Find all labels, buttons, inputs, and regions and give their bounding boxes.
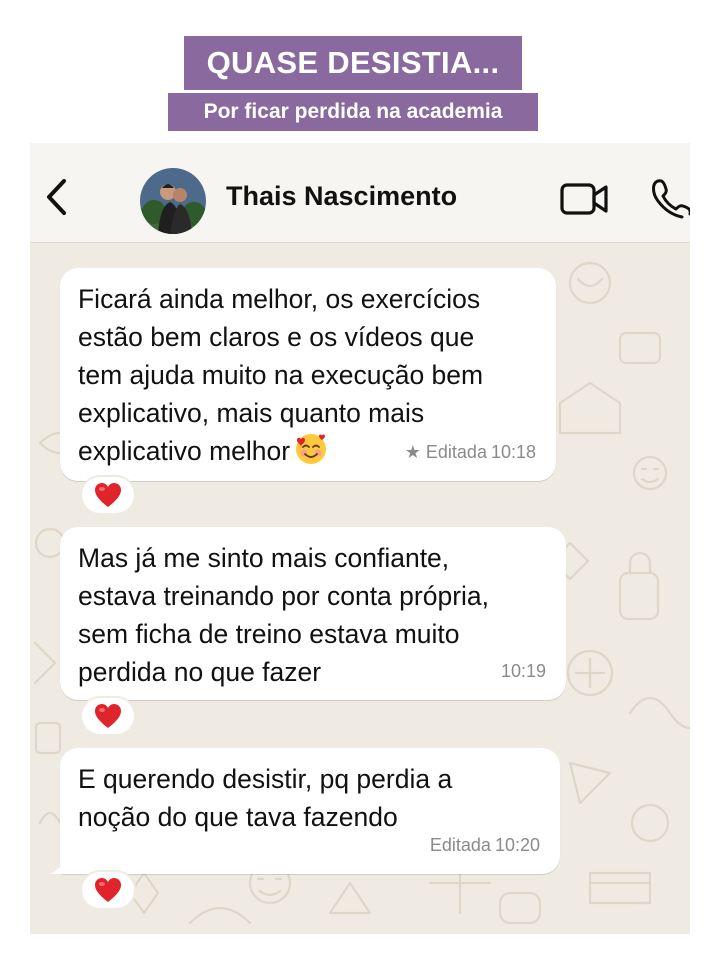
video-camera-icon [560, 183, 608, 215]
message-meta: 10:19 [501, 652, 546, 690]
phone-icon [652, 179, 690, 219]
reaction-badge[interactable] [80, 870, 136, 910]
reaction-badge[interactable] [80, 696, 136, 736]
message-bubble[interactable]: E querendo desistir, pq perdia a noção d… [60, 748, 560, 874]
video-call-button[interactable] [560, 181, 610, 217]
chat-header: Thais Nascimento [30, 143, 690, 243]
red-heart-icon [95, 704, 121, 728]
edited-label: ★ Editada [404, 442, 487, 462]
message-line: tem ajuda muito na execução bem [78, 360, 484, 390]
message-meta: ★ Editada 10:18 [405, 433, 536, 471]
message-time: 10:20 [494, 835, 540, 855]
headline-banner: QUASE DESISTIA... [184, 36, 522, 90]
message-time: 10:18 [490, 442, 536, 462]
smiling-face-with-hearts-icon [296, 434, 327, 464]
page: QUASE DESISTIA... Por ficar perdida na a… [0, 0, 720, 960]
message-line: sem ficha de treino estava muito [78, 619, 460, 649]
contact-name[interactable]: Thais Nascimento [226, 181, 457, 212]
message-time: 10:19 [500, 661, 546, 681]
message-line: Mas já me sinto mais confiante, [78, 543, 450, 573]
message-meta: Editada 10:20 [430, 826, 540, 864]
message-line: explicativo, mais quanto mais [78, 398, 425, 428]
message-bubble[interactable]: Ficará ainda melhor, os exercícios estão… [60, 268, 556, 481]
edited-label: Editada [429, 835, 491, 855]
message-line: E querendo desistir, pq perdia a [78, 764, 453, 794]
message-line: estava treinando por conta própria, [78, 581, 490, 611]
message-line: perdida no que fazer [78, 657, 322, 687]
chat-window: Thais Nascimento Ficará ainda melhor, os… [30, 143, 690, 934]
message-line: Ficará ainda melhor, os exercícios [78, 284, 481, 314]
bubble-tail [50, 856, 68, 874]
voice-call-button[interactable] [650, 177, 690, 219]
red-heart-icon [95, 483, 121, 507]
contact-avatar[interactable] [140, 168, 206, 234]
subline-banner: Por ficar perdida na academia [168, 93, 538, 131]
message-line-text: explicativo melhor [78, 436, 291, 466]
red-heart-icon [95, 878, 121, 902]
message-bubble[interactable]: Mas já me sinto mais confiante, estava t… [60, 527, 566, 700]
chevron-left-icon [47, 179, 66, 215]
message-line: estão bem claros e os vídeos que [78, 322, 475, 352]
back-button[interactable] [42, 177, 72, 217]
reaction-badge[interactable] [80, 475, 136, 515]
